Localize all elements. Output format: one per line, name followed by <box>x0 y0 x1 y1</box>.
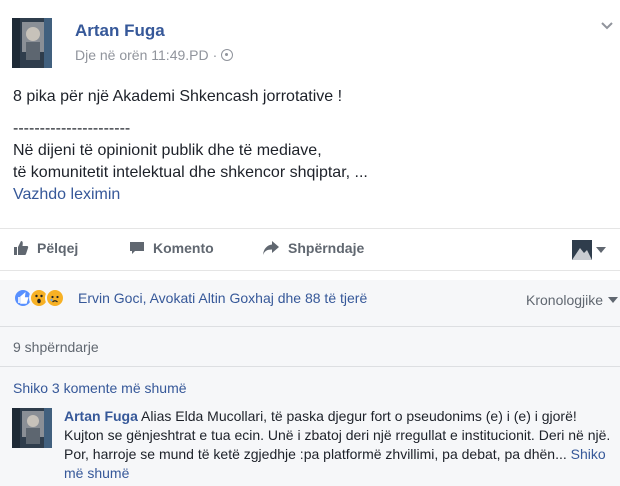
reaction-icons[interactable] <box>13 288 65 308</box>
chevron-down-icon <box>608 297 619 303</box>
comment-order-dropdown[interactable]: Kronologjike <box>526 292 619 308</box>
share-arrow-icon <box>263 241 279 255</box>
comment-bubble-icon <box>130 242 144 254</box>
chevron-down-icon[interactable] <box>600 20 614 32</box>
thumbs-up-icon <box>14 241 29 255</box>
divider <box>0 270 620 271</box>
divider <box>0 326 620 327</box>
post-text: 8 pika për një Akademi Shkencash jorrota… <box>13 86 593 206</box>
viewer-avatar <box>572 240 592 260</box>
like-label: Pëlqej <box>37 240 79 256</box>
comment-text: Alias Elda Mucollari, të paska djegur fo… <box>64 408 611 462</box>
chevron-down-icon <box>596 247 606 253</box>
post-timestamp[interactable]: Dje në orën 11:49.PD <box>75 47 209 63</box>
comment-body: Artan Fuga Alias Elda Mucollari, të pask… <box>64 407 616 483</box>
post-actions: Pëlqej Komento Shpërndaje <box>0 232 620 268</box>
facebook-post-card: Artan Fuga Dje në orën 11:49.PD · 8 pika… <box>0 0 620 486</box>
globe-icon <box>221 49 234 61</box>
reaction-names-link[interactable]: Ervin Goci, Avokati Altin Goxhaj dhe 88 … <box>78 290 367 306</box>
share-label: Shpërndaje <box>288 240 365 256</box>
comment-author-name[interactable]: Artan Fuga <box>64 408 138 424</box>
post-line: të komunitetit intelektual dhe shkencor … <box>13 164 368 181</box>
commenter-avatar[interactable] <box>12 408 52 448</box>
divider <box>0 228 620 229</box>
post-line: ---------------------- <box>13 120 131 137</box>
sad-reaction-icon <box>45 288 65 308</box>
post-line: Në dijeni të opinionit publik dhe të med… <box>13 142 322 159</box>
comment-order-label: Kronologjike <box>526 292 604 308</box>
post-line: 8 pika për një Akademi Shkencash jorrota… <box>13 88 343 105</box>
comment-label: Komento <box>153 240 214 256</box>
post-as-selector[interactable] <box>572 240 606 260</box>
like-button[interactable]: Pëlqej <box>13 240 78 256</box>
shares-count-link[interactable]: 9 shpërndarje <box>13 339 99 355</box>
avatar-image <box>12 18 52 68</box>
see-more-link[interactable]: Vazhdo leximin <box>13 184 593 206</box>
divider <box>0 366 620 367</box>
post-meta: Dje në orën 11:49.PD · <box>75 47 234 63</box>
author-avatar[interactable] <box>12 18 52 68</box>
view-more-comments-link[interactable]: Shiko 3 komente më shumë <box>13 380 187 396</box>
meta-separator: · <box>212 47 218 63</box>
post-author-name[interactable]: Artan Fuga <box>75 21 165 41</box>
comment-button[interactable]: Komento <box>129 240 214 256</box>
reactions-bar: Ervin Goci, Avokati Altin Goxhaj dhe 88 … <box>0 280 620 320</box>
share-button[interactable]: Shpërndaje <box>262 240 364 256</box>
